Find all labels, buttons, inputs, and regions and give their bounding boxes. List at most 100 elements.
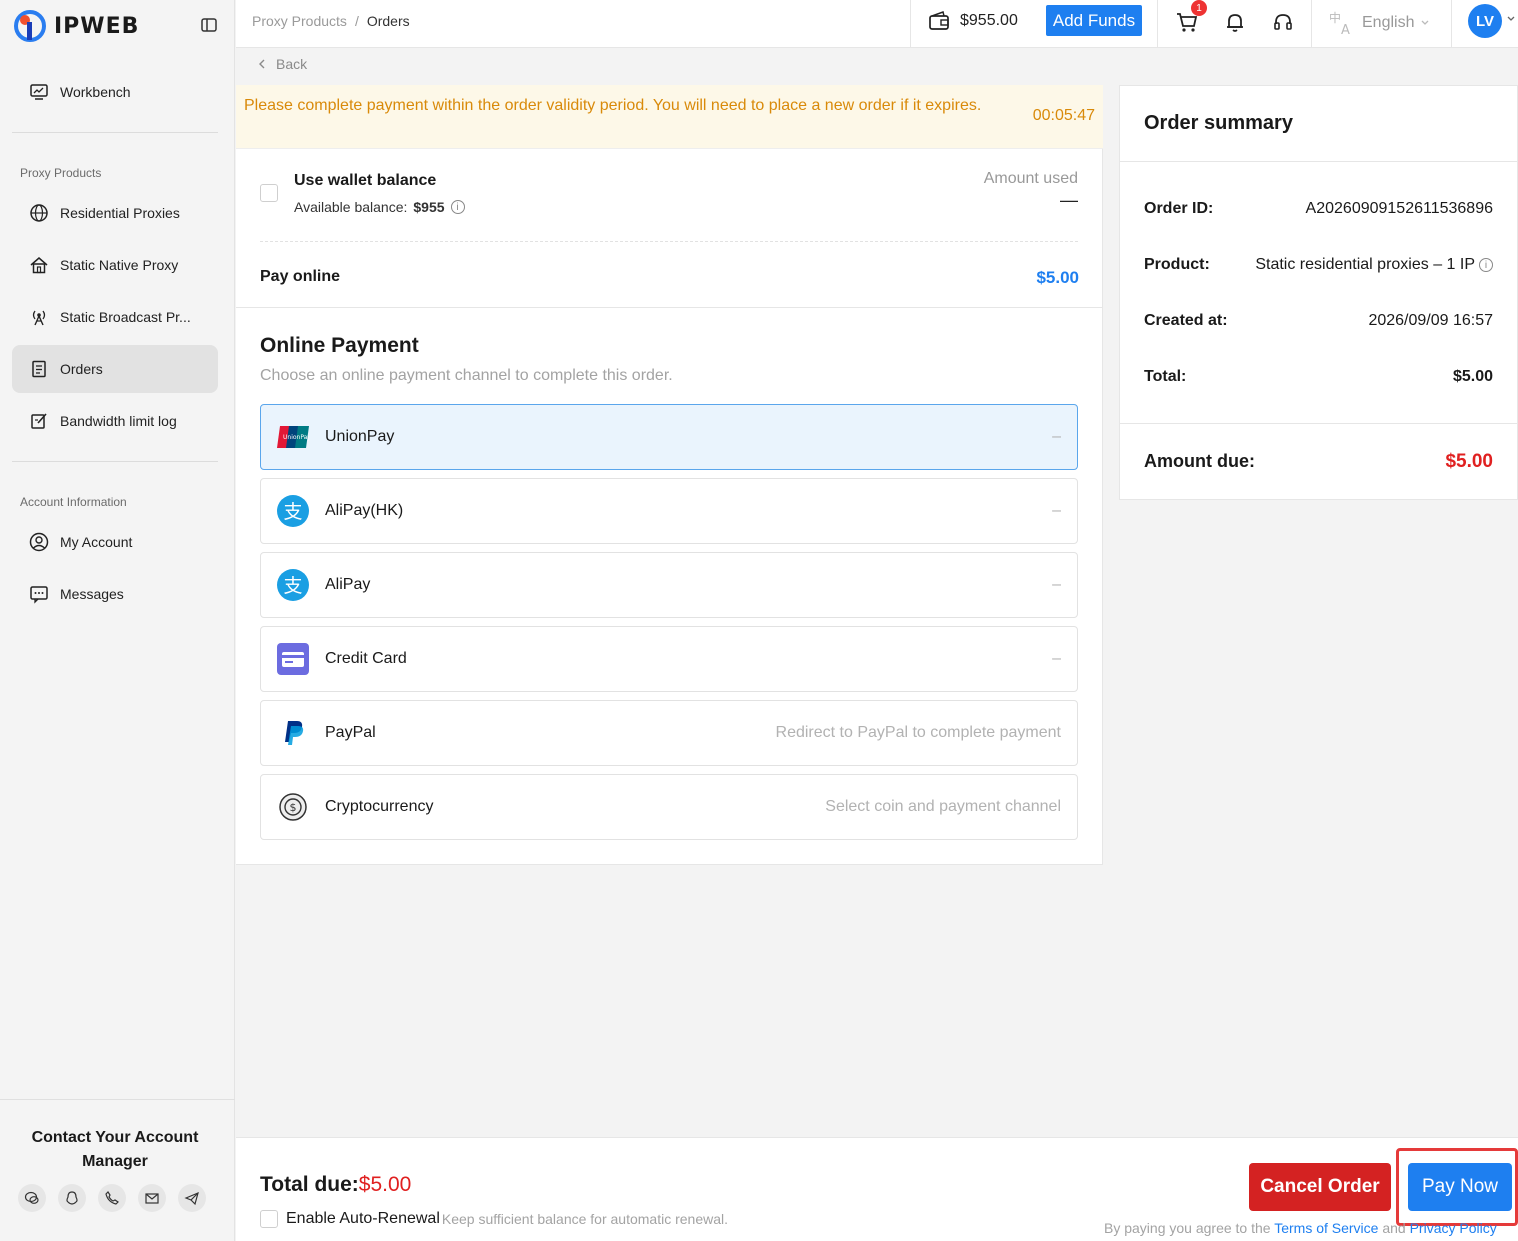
divider bbox=[12, 461, 218, 462]
sidebar-item-label: My Account bbox=[60, 534, 133, 550]
breadcrumb-item-proxy-products[interactable]: Proxy Products bbox=[252, 13, 347, 29]
sidebar-item-workbench[interactable]: Workbench bbox=[12, 68, 218, 116]
payment-method-note: Select coin and payment channel bbox=[825, 798, 1061, 815]
unionpay-icon: UnionPay bbox=[276, 420, 310, 454]
auto-renewal-option: Enable Auto-Renewal Keep sufficient bala… bbox=[260, 1210, 728, 1228]
created-label: Created at: bbox=[1144, 312, 1228, 329]
sidebar-item-static-broadcast[interactable]: Static Broadcast Pr... bbox=[12, 293, 218, 341]
cart-icon[interactable]: 1 bbox=[1174, 0, 1207, 35]
amount-due-value: $5.00 bbox=[1445, 451, 1493, 472]
wallet-option-title: Use wallet balance bbox=[294, 172, 437, 189]
terms-of-service-link[interactable]: Terms of Service bbox=[1274, 1220, 1378, 1236]
sidebar-item-messages[interactable]: Messages bbox=[12, 570, 218, 618]
sidebar-item-label: Workbench bbox=[60, 84, 131, 100]
sidebar-item-orders[interactable]: Orders bbox=[12, 345, 218, 393]
sidebar-item-label: Messages bbox=[60, 586, 124, 602]
total-due: Total due:$5.00 bbox=[260, 1173, 411, 1197]
payment-method-label: AliPay(HK) bbox=[325, 502, 404, 519]
wallet-balance-option: Use wallet balance Available balance: $9… bbox=[260, 170, 1078, 242]
back-label: Back bbox=[276, 56, 308, 72]
payment-panel: Please complete payment within the order… bbox=[236, 85, 1103, 865]
created-value: 2026/09/09 16:57 bbox=[1368, 312, 1493, 329]
terms-notice: By paying you agree to the Terms of Serv… bbox=[1104, 1220, 1497, 1236]
svg-text:支: 支 bbox=[283, 575, 302, 597]
sidebar: IPWEB Workbench Proxy Products Residenti… bbox=[0, 0, 235, 1241]
terms-and: and bbox=[1382, 1220, 1406, 1236]
back-link[interactable]: Back bbox=[256, 56, 307, 72]
logo-icon bbox=[14, 10, 46, 42]
summary-header: Order summary bbox=[1120, 86, 1517, 162]
cancel-order-button[interactable]: Cancel Order bbox=[1249, 1163, 1391, 1211]
product-value-wrap: Static residential proxies – 1 IP i bbox=[1255, 256, 1493, 274]
auto-renewal-checkbox[interactable] bbox=[260, 1210, 278, 1228]
privacy-policy-link[interactable]: Privacy Policy bbox=[1410, 1220, 1497, 1236]
payment-method-label: Credit Card bbox=[325, 650, 407, 667]
telegram-icon[interactable] bbox=[178, 1184, 206, 1212]
pay-now-button[interactable]: Pay Now bbox=[1408, 1163, 1512, 1211]
crypto-coin-icon: $ bbox=[276, 790, 310, 824]
payment-method-unionpay[interactable]: UnionPay UnionPay – bbox=[260, 404, 1078, 470]
cart-badge: 1 bbox=[1191, 0, 1207, 16]
payment-method-label: Cryptocurrency bbox=[325, 798, 434, 815]
payment-method-note: – bbox=[1052, 502, 1061, 519]
order-id-label: Order ID: bbox=[1144, 200, 1214, 217]
info-icon[interactable]: i bbox=[1479, 258, 1493, 272]
brand-logo[interactable]: IPWEB bbox=[12, 8, 139, 44]
payment-method-label: AliPay bbox=[325, 576, 371, 593]
pay-online-label: Pay online bbox=[260, 268, 341, 285]
available-balance-label: Available balance: bbox=[294, 199, 408, 215]
bell-icon[interactable] bbox=[1222, 9, 1248, 35]
info-icon[interactable]: i bbox=[450, 200, 465, 214]
payment-method-cryptocurrency[interactable]: $ Cryptocurrency Select coin and payment… bbox=[260, 774, 1078, 840]
chevron-down-icon bbox=[1422, 20, 1429, 25]
divider bbox=[1311, 0, 1312, 48]
language-selector[interactable]: 中A English bbox=[1328, 9, 1430, 37]
language-label: English bbox=[1362, 14, 1415, 31]
sidebar-item-static-native-proxy[interactable]: Static Native Proxy bbox=[12, 241, 218, 289]
terms-prefix: By paying you agree to the bbox=[1104, 1220, 1271, 1236]
divider bbox=[910, 0, 911, 48]
payment-method-paypal[interactable]: PayPal Redirect to PayPal to complete pa… bbox=[260, 700, 1078, 766]
sidebar-item-label: Residential Proxies bbox=[60, 205, 180, 221]
chevron-down-icon[interactable] bbox=[1506, 14, 1516, 24]
divider bbox=[12, 132, 218, 133]
svg-text:A: A bbox=[1341, 23, 1350, 37]
avatar[interactable]: LV bbox=[1468, 4, 1502, 38]
sidebar-item-bandwidth-limit-log[interactable]: Bandwidth limit log bbox=[12, 397, 218, 445]
message-icon bbox=[28, 583, 50, 605]
warning-text: Please complete payment within the order… bbox=[244, 97, 982, 114]
summary-order-id: Order ID: A20260909152611536896 bbox=[1144, 200, 1493, 218]
payment-method-label: UnionPay bbox=[325, 428, 395, 445]
use-wallet-checkbox[interactable] bbox=[260, 184, 278, 202]
summary-created: Created at: 2026/09/09 16:57 bbox=[1144, 312, 1493, 330]
add-funds-button[interactable]: Add Funds bbox=[1046, 5, 1142, 36]
svg-text:UnionPay: UnionPay bbox=[283, 434, 309, 441]
payment-method-alipay-hk[interactable]: 支 AliPay(HK) – bbox=[260, 478, 1078, 544]
order-id-value: A20260909152611536896 bbox=[1305, 200, 1493, 217]
alipay-icon: 支 bbox=[276, 494, 310, 528]
payment-method-alipay[interactable]: 支 AliPay – bbox=[260, 552, 1078, 618]
pay-online-row: Pay online $5.00 bbox=[236, 242, 1103, 308]
top-bar: Proxy Products / Orders $955.00 Add Fund… bbox=[236, 0, 1518, 48]
svg-text:中: 中 bbox=[1329, 10, 1341, 25]
summary-product: Product: Static residential proxies – 1 … bbox=[1144, 256, 1493, 274]
checkout-bar: Total due:$5.00 Enable Auto-Renewal Keep… bbox=[236, 1137, 1518, 1241]
payment-method-credit-card[interactable]: Credit Card – bbox=[260, 626, 1078, 692]
sidebar-collapse-icon[interactable] bbox=[200, 16, 218, 34]
payment-method-note: Redirect to PayPal to complete payment bbox=[775, 724, 1061, 741]
email-icon[interactable] bbox=[138, 1184, 166, 1212]
summary-title: Order summary bbox=[1144, 112, 1293, 134]
phone-icon[interactable] bbox=[98, 1184, 126, 1212]
sidebar-item-residential-proxies[interactable]: Residential Proxies bbox=[12, 189, 218, 237]
wechat-icon[interactable] bbox=[18, 1184, 46, 1212]
qq-icon[interactable] bbox=[58, 1184, 86, 1212]
sidebar-item-my-account[interactable]: My Account bbox=[12, 518, 218, 566]
sidebar-item-label: Orders bbox=[60, 361, 103, 377]
headset-icon[interactable] bbox=[1270, 9, 1296, 35]
summary-total: Total: $5.00 bbox=[1144, 368, 1493, 386]
antenna-icon bbox=[28, 306, 50, 328]
user-icon bbox=[28, 531, 50, 553]
breadcrumb: Proxy Products / Orders bbox=[252, 13, 410, 29]
payment-method-note: – bbox=[1052, 576, 1061, 593]
divider bbox=[1120, 423, 1517, 424]
